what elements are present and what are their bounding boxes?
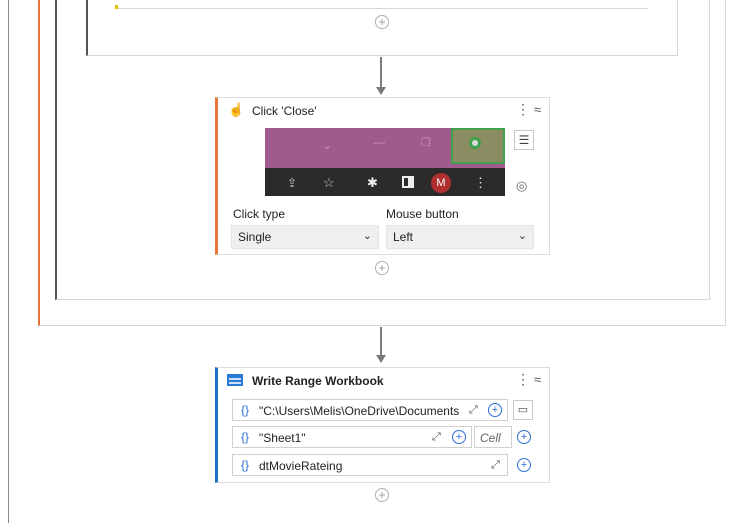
cell-placeholder: Cell bbox=[480, 431, 501, 445]
target-screenshot-preview[interactable]: ⌄ — ❐ ⇪ ☆ ✱ M ⋮ bbox=[265, 128, 505, 196]
excel-range-icon bbox=[227, 374, 243, 386]
sheet-name-value: "Sheet1" bbox=[259, 431, 306, 445]
indicate-target-icon[interactable]: ◎ bbox=[516, 178, 527, 194]
add-variable-icon[interactable]: + bbox=[488, 403, 502, 417]
sidepanel-icon bbox=[402, 176, 414, 188]
collapse-icon[interactable]: ≈ bbox=[534, 102, 541, 117]
click-activity-icon: ☝ bbox=[228, 102, 245, 117]
datatable-value: dtMovieRateing bbox=[259, 459, 343, 473]
add-activity-button[interactable]: + bbox=[375, 261, 389, 275]
expand-editor-icon[interactable]: ⤢ bbox=[491, 459, 500, 472]
chevron-down-icon: ⌄ bbox=[362, 230, 372, 242]
minimize-icon: — bbox=[373, 135, 385, 149]
star-icon: ☆ bbox=[323, 175, 335, 190]
add-variable-icon[interactable]: + bbox=[517, 458, 531, 472]
chevron-down-icon: ⌄ bbox=[517, 230, 527, 242]
extensions-icon: ✱ bbox=[367, 175, 378, 190]
share-icon: ⇪ bbox=[287, 176, 298, 190]
collapse-icon[interactable]: ≈ bbox=[534, 372, 541, 387]
click-activity-card[interactable]: ☝ Click 'Close' ⋮ ≈ ⌄ — ❐ ⇪ ☆ ✱ M ⋮ ☰ ◎ … bbox=[215, 97, 550, 255]
mouse-button-label: Mouse button bbox=[386, 207, 459, 221]
add-activity-button[interactable]: + bbox=[375, 488, 389, 502]
sheet-name-field[interactable]: {} "Sheet1" ⤢ + bbox=[232, 426, 472, 448]
expression-icon: {} bbox=[241, 403, 250, 417]
write-range-title: Write Range Workbook bbox=[252, 374, 384, 388]
chevron-down-icon: ⌄ bbox=[322, 138, 333, 152]
click-type-value: Single bbox=[238, 230, 272, 244]
workbook-path-field[interactable]: {} "C:\Users\Melis\OneDrive\Documents' ⤢… bbox=[232, 399, 508, 421]
expand-editor-icon[interactable]: ⤢ bbox=[432, 431, 441, 444]
datatable-field[interactable]: {} dtMovieRateing ⤢ bbox=[232, 454, 508, 476]
restore-icon: ❐ bbox=[421, 137, 431, 149]
browser-menu-icon: ⋮ bbox=[474, 175, 487, 190]
click-type-label: Click type bbox=[233, 207, 286, 221]
flow-connector bbox=[380, 327, 382, 355]
target-anchor-icon bbox=[469, 137, 481, 149]
expression-icon: {} bbox=[241, 458, 250, 472]
write-range-activity-card[interactable]: Write Range Workbook ⋮ ≈ {} "C:\Users\Me… bbox=[215, 367, 550, 483]
kebab-menu-icon[interactable]: ⋮ bbox=[516, 372, 530, 386]
expression-icon: {} bbox=[241, 430, 250, 444]
click-activity-title: Click 'Close' bbox=[252, 104, 317, 118]
yellow-marker bbox=[115, 5, 118, 9]
nested-divider bbox=[116, 8, 648, 9]
outer-left-border bbox=[8, 0, 9, 523]
avatar: M bbox=[431, 173, 451, 193]
folder-icon[interactable]: ▭ bbox=[513, 400, 533, 420]
kebab-menu-icon[interactable]: ⋮ bbox=[516, 102, 530, 116]
flow-arrow-icon bbox=[376, 355, 386, 363]
flow-arrow-icon bbox=[376, 87, 386, 95]
add-variable-icon[interactable]: + bbox=[452, 430, 466, 444]
flow-connector bbox=[380, 57, 382, 87]
add-activity-button[interactable]: + bbox=[375, 15, 389, 29]
options-menu-icon[interactable]: ☰ bbox=[514, 130, 534, 150]
mouse-button-value: Left bbox=[393, 230, 414, 244]
click-type-select[interactable]: Single ⌄ bbox=[231, 225, 379, 249]
cell-field[interactable]: Cell bbox=[474, 426, 512, 448]
workbook-path-value: "C:\Users\Melis\OneDrive\Documents' bbox=[259, 404, 459, 418]
add-variable-icon[interactable]: + bbox=[517, 430, 531, 444]
expand-editor-icon[interactable]: ⤢ bbox=[469, 404, 478, 417]
mouse-button-select[interactable]: Left ⌄ bbox=[386, 225, 534, 249]
